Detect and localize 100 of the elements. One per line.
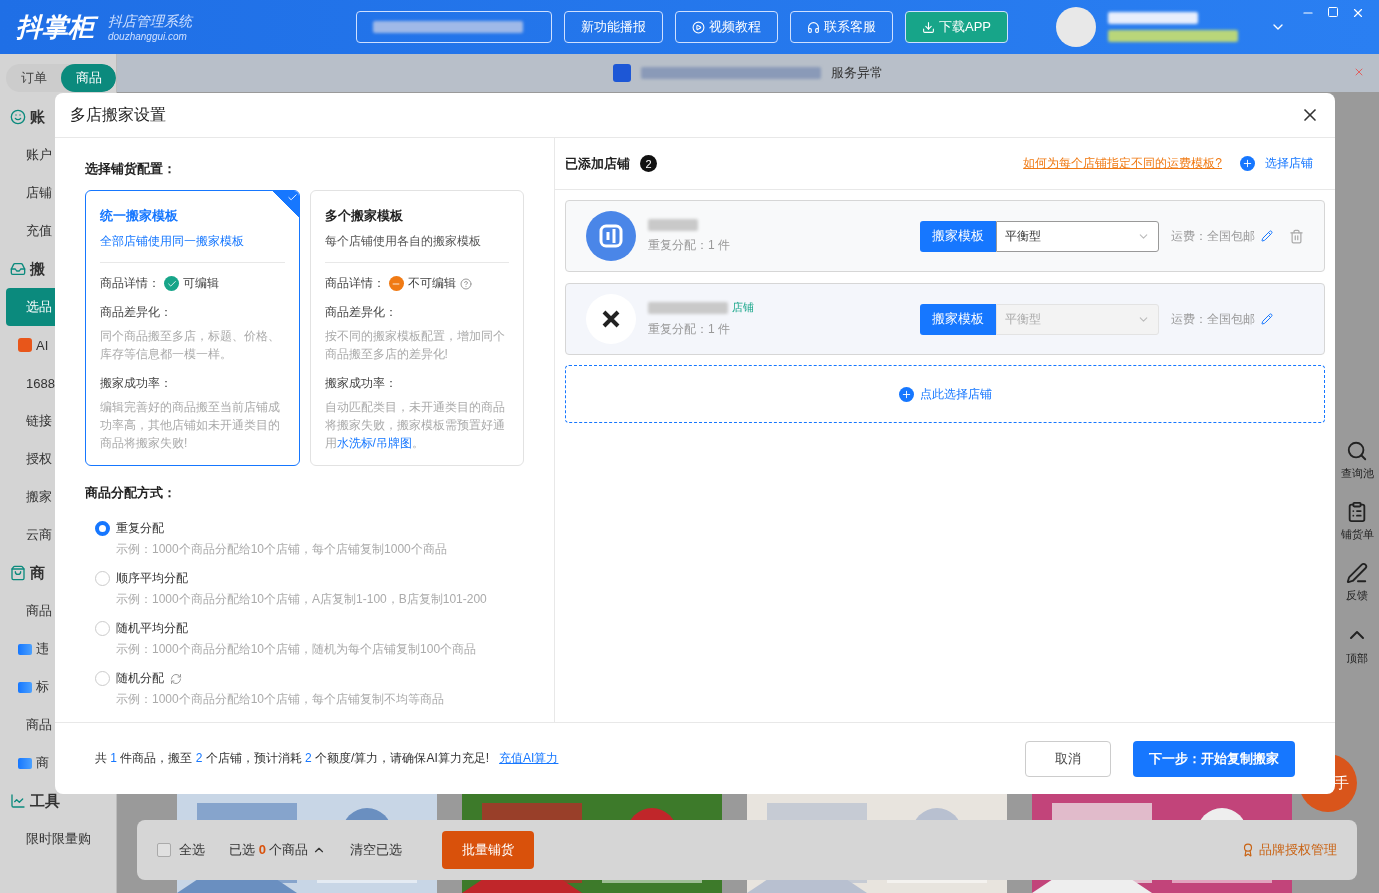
bag-icon bbox=[10, 565, 26, 581]
radio-label[interactable]: 重复分配 bbox=[116, 520, 164, 537]
chart-icon bbox=[10, 793, 26, 809]
template-button[interactable]: 搬家模板 bbox=[920, 220, 996, 252]
award-icon bbox=[1241, 843, 1255, 857]
sidebar-item[interactable]: 账户 bbox=[26, 146, 52, 164]
radio-example: 示例：1000个商品分配给10个店铺，A店复制1-100，B店复制101-200 bbox=[115, 591, 488, 608]
smile-icon bbox=[10, 109, 26, 125]
rate-label: 搬家成功率： bbox=[324, 375, 398, 392]
select-all-label[interactable]: 全选 bbox=[179, 841, 205, 859]
diff-label: 商品差异化： bbox=[324, 304, 398, 321]
headset-icon bbox=[807, 20, 820, 34]
sidebar-item[interactable]: 商品 bbox=[26, 716, 52, 734]
card-title: 多个搬家模板 bbox=[324, 207, 404, 225]
play-icon bbox=[692, 20, 705, 34]
plus-icon bbox=[1240, 156, 1255, 171]
sidebar-tab[interactable]: 订单 bbox=[6, 64, 61, 92]
option-card[interactable]: 统一搬家模板 全部店铺使用同一搬家模板 商品详情： 可编辑 商品差异化： 同个商品搬至多店，标题、价格、库存等信息都一模一样。 搬家成功率： 编辑完善好的商品搬至当前店铺成功率高，其他店铺如未开通类目的商品将搬家失败! bbox=[85, 190, 300, 466]
side-tool[interactable]: 顶部 bbox=[1346, 651, 1368, 666]
pen-icon bbox=[1346, 562, 1368, 584]
header-button[interactable]: 新功能播报 bbox=[564, 11, 663, 43]
next-button[interactable]: 下一步：开始复制搬家 bbox=[1133, 740, 1295, 777]
store-logo bbox=[586, 211, 636, 261]
radio-label[interactable]: 顺序平均分配 bbox=[116, 570, 188, 587]
batch-button[interactable]: 批量铺货 bbox=[442, 831, 535, 869]
sidebar-item[interactable]: 标 bbox=[36, 678, 49, 696]
help-icon[interactable] bbox=[459, 277, 472, 290]
template-select[interactable]: 平衡型 bbox=[996, 220, 1159, 252]
section-title: 已添加店铺 bbox=[565, 154, 630, 173]
ai-icon bbox=[18, 757, 32, 769]
choose-store-link[interactable]: 选择店铺 bbox=[1265, 155, 1313, 172]
count-badge: 2 bbox=[640, 155, 657, 172]
radio-label[interactable]: 随机分配 bbox=[116, 670, 164, 687]
freight-text: 运费：全国包邮 bbox=[1171, 227, 1255, 245]
cancel-button[interactable]: 取消 bbox=[1025, 740, 1111, 777]
recharge-link[interactable]: 充值AI算力 bbox=[499, 750, 559, 767]
store-count: 重复分配：1 件 bbox=[648, 321, 731, 338]
detail-status: 不可编辑 bbox=[407, 275, 456, 292]
card-subtitle: 每个店铺使用各自的搬家模板 bbox=[324, 233, 509, 263]
plus-icon bbox=[898, 386, 914, 402]
sidebar-item[interactable]: 链接 bbox=[26, 412, 52, 430]
ai-icon bbox=[18, 643, 32, 655]
edit-icon[interactable] bbox=[1261, 230, 1273, 242]
store-tag: 店铺 bbox=[732, 300, 754, 315]
radio-button[interactable] bbox=[95, 621, 110, 636]
sidebar-item[interactable]: 商 bbox=[30, 563, 45, 583]
ai-icon bbox=[18, 681, 32, 693]
sidebar-item[interactable]: AI bbox=[36, 337, 49, 353]
detail-label: 商品详情： bbox=[324, 275, 385, 292]
detail-status: 可编辑 bbox=[183, 275, 219, 292]
sidebar-item[interactable]: 账 bbox=[30, 107, 45, 127]
radio-example: 示例：1000个商品分配给10个店铺，每个店铺复制不均等商品 bbox=[115, 691, 446, 708]
sidebar-item[interactable]: 店铺 bbox=[26, 184, 52, 202]
card-title: 统一搬家模板 bbox=[100, 207, 179, 225]
sidebar-item[interactable]: 1688 bbox=[26, 375, 55, 391]
sidebar-item[interactable]: 工具 bbox=[30, 791, 60, 811]
trash-icon[interactable] bbox=[1289, 228, 1304, 244]
radio-button[interactable] bbox=[95, 521, 110, 536]
side-tool[interactable]: 查询池 bbox=[1340, 466, 1374, 481]
summary-text: 共 1 件商品，搬至 2 个店铺，预计消耗 2 个额度/算力，请确保AI算力充足! bbox=[95, 750, 490, 767]
card-subtitle: 全部店铺使用同一搬家模板 bbox=[100, 233, 285, 263]
detail-label: 商品详情： bbox=[100, 275, 160, 292]
option-card[interactable]: 多个搬家模板 每个店铺使用各自的搬家模板 商品详情： 不可编辑 商品差异化： 按不同的搬家模板配置，增加同个商品搬至多店的差异化! 搬家成功率： 自动匹配类目，未开通类目的商品将搬家失败，搬家模板需预置好通用水洗标/吊牌图。 bbox=[309, 190, 524, 466]
sidebar-item[interactable]: 充值 bbox=[26, 222, 52, 240]
add-store-area[interactable]: 点此选择店铺 bbox=[565, 365, 1325, 423]
sidebar-item[interactable]: 云商 bbox=[26, 526, 52, 544]
avatar[interactable] bbox=[1056, 7, 1096, 47]
radio-example: 示例：1000个商品分配给10个店铺，随机为每个店铺复制100个商品 bbox=[115, 641, 478, 658]
sidebar-tab[interactable]: 商品 bbox=[61, 64, 116, 92]
radio-button[interactable] bbox=[95, 671, 110, 686]
link[interactable]: 水洗标/吊牌图 bbox=[336, 436, 412, 450]
radio-button[interactable] bbox=[95, 571, 110, 586]
logo-subtitle: 抖店管理系统 bbox=[108, 12, 194, 31]
sidebar-item[interactable]: 授权 bbox=[26, 450, 52, 468]
maximize-icon[interactable] bbox=[1327, 6, 1339, 18]
selected-count: 已选 0 个商品 bbox=[229, 841, 309, 859]
header-button[interactable]: 视频教程 bbox=[675, 11, 778, 43]
logo: 抖掌柜 bbox=[14, 11, 100, 43]
checkbox[interactable] bbox=[157, 843, 171, 857]
store-count: 重复分配：1 件 bbox=[648, 236, 731, 254]
section-title: 商品分配方式： bbox=[85, 484, 177, 502]
sidebar-item[interactable]: 商品 bbox=[26, 602, 52, 620]
header-button[interactable]: 联系客服 bbox=[790, 11, 893, 43]
download-icon bbox=[922, 20, 935, 34]
sidebar-item[interactable]: 搬家 bbox=[26, 488, 52, 506]
rate-label: 搬家成功率： bbox=[100, 375, 173, 392]
refresh-icon[interactable] bbox=[170, 672, 182, 685]
radio-label[interactable]: 随机平均分配 bbox=[116, 620, 188, 637]
sidebar-item[interactable]: 限时限量购 bbox=[26, 830, 91, 848]
sidebar-item[interactable]: 违 bbox=[36, 640, 49, 658]
sidebar-item[interactable]: 搬 bbox=[30, 259, 45, 279]
add-store-label[interactable]: 点此选择店铺 bbox=[919, 385, 992, 403]
diff-text: 按不同的搬家模板配置，增加同个商品搬至多店的差异化! bbox=[324, 328, 506, 363]
sidebar-item[interactable]: 商 bbox=[36, 754, 49, 772]
section-title: 选择铺货配置： bbox=[85, 160, 177, 178]
app-icon bbox=[18, 338, 32, 352]
side-tool[interactable]: 铺货单 bbox=[1340, 527, 1374, 542]
clear-link[interactable]: 清空已选 bbox=[350, 841, 403, 859]
side-tool[interactable]: 反馈 bbox=[1346, 588, 1368, 603]
blurred-button[interactable] bbox=[356, 11, 552, 43]
